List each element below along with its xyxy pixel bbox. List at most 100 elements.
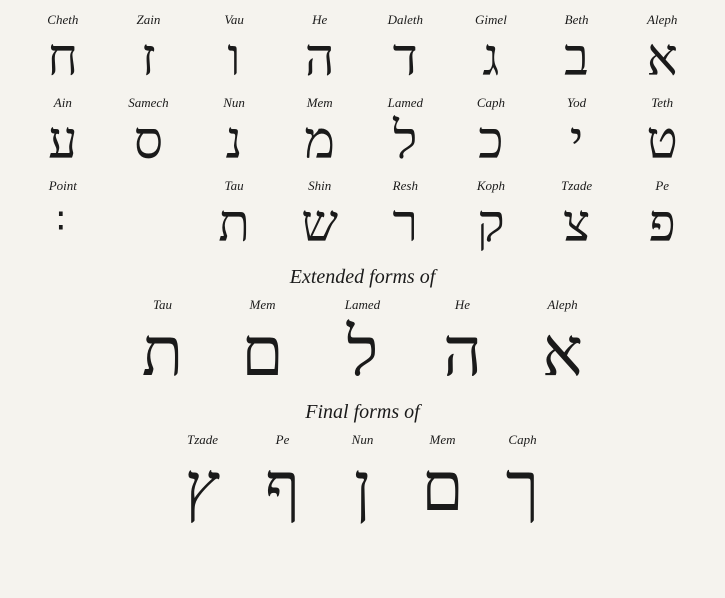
name-nun: Nun — [223, 95, 245, 111]
extended-title: Extended forms of — [20, 266, 705, 289]
glyph-samech: ס — [134, 113, 164, 170]
ext-name-lamed: Lamed — [345, 297, 380, 313]
final-title: Final forms of — [20, 401, 705, 424]
fin-letter-nun: Nun ן — [323, 430, 403, 527]
glyph-ain: ע — [48, 113, 77, 170]
glyph-cheth: ח — [47, 30, 78, 87]
glyph-pe: פ — [649, 196, 676, 253]
glyph-gimel: ג — [482, 30, 499, 87]
glyph-shin: ש — [301, 196, 338, 253]
glyph-zain: ז — [141, 30, 156, 87]
name-tau: Tau — [225, 178, 244, 194]
ext-name-mem: Mem — [250, 297, 276, 313]
glyph-daleth: ד — [393, 30, 418, 87]
glyph-point: ∶ — [56, 196, 69, 246]
letter-shin: Shin ש — [277, 176, 363, 255]
fin-name-tzade: Tzade — [187, 432, 218, 448]
glyph-teth: ט — [646, 113, 677, 170]
row2: Ain ע Samech ס Nun נ Mem מ Lamed ל Caph … — [20, 93, 705, 172]
letter-vau: Vau ו — [191, 10, 277, 89]
name-point: Point — [49, 178, 77, 194]
name-cheth: Cheth — [47, 12, 78, 28]
glyph-yod: י — [570, 113, 584, 170]
ext-name-tau: Tau — [153, 297, 172, 313]
name-yod: Yod — [567, 95, 586, 111]
fin-name-caph: Caph — [508, 432, 536, 448]
name-vau: Vau — [224, 12, 244, 28]
fin-glyph-mem: ם — [421, 450, 463, 525]
ext-glyph-he: ה — [443, 315, 482, 390]
letter-point: Point ∶ — [20, 176, 106, 255]
fin-glyph-nun: ן — [354, 450, 371, 525]
glyph-caph: כ — [478, 113, 503, 170]
ext-glyph-mem: ם — [241, 315, 283, 390]
glyph-beth: ב — [564, 30, 589, 87]
letter-tau: Tau ת — [191, 176, 277, 255]
name-gimel: Gimel — [475, 12, 507, 28]
letter-daleth: Daleth ד — [363, 10, 449, 89]
name-resh: Resh — [393, 178, 418, 194]
letter-nun: Nun נ — [191, 93, 277, 172]
glyph-aleph: א — [647, 30, 678, 87]
ext-name-aleph: Aleph — [547, 297, 577, 313]
row1-names: Cheth ח Zain ז Vau ו He ה Daleth ד Gimel… — [20, 10, 705, 89]
glyph-koph: ק — [477, 196, 505, 253]
letter-pe: Pe פ — [619, 176, 705, 255]
fin-letter-pe: Pe ף — [243, 430, 323, 527]
fin-letter-caph: Caph ך — [483, 430, 563, 527]
name-samech: Samech — [128, 95, 168, 111]
glyph-nun: נ — [226, 113, 243, 170]
fin-name-mem: Mem — [430, 432, 456, 448]
letter-gimel: Gimel ג — [448, 10, 534, 89]
letter-cheth: Cheth ח — [20, 10, 106, 89]
name-beth: Beth — [565, 12, 589, 28]
name-aleph: Aleph — [647, 12, 677, 28]
letter-lamed: Lamed ל — [363, 93, 449, 172]
fin-glyph-pe: ף — [265, 450, 300, 525]
letter-ain: Ain ע — [20, 93, 106, 172]
glyph-vau: ו — [227, 30, 240, 87]
glyph-he: ה — [305, 30, 335, 87]
letter-caph: Caph כ — [448, 93, 534, 172]
ext-name-he: He — [455, 297, 470, 313]
letter-teth: Teth ט — [619, 93, 705, 172]
ext-letter-aleph: Aleph א — [513, 295, 613, 392]
letter-resh: Resh ר — [363, 176, 449, 255]
glyph-tzade: צ — [563, 196, 590, 253]
glyph-resh: ר — [393, 196, 419, 253]
ext-letter-mem: Mem ם — [213, 295, 313, 392]
name-tzade: Tzade — [561, 178, 592, 194]
name-lamed: Lamed — [388, 95, 423, 111]
fin-letter-tzade: Tzade ץ — [163, 430, 243, 527]
name-koph: Koph — [477, 178, 505, 194]
row3: Point ∶ Tau ת Shin ש Resh ר Koph ק Tzade… — [20, 176, 705, 255]
letter-samech: Samech ס — [106, 93, 192, 172]
ext-glyph-aleph: א — [542, 315, 583, 390]
ext-glyph-tau: ת — [142, 315, 183, 390]
name-he: He — [312, 12, 327, 28]
name-daleth: Daleth — [388, 12, 423, 28]
letter-tzade: Tzade צ — [534, 176, 620, 255]
name-pe: Pe — [655, 178, 669, 194]
fin-name-nun: Nun — [352, 432, 374, 448]
final-grid: Tzade ץ Pe ף Nun ן Mem ם Caph ך — [163, 430, 563, 527]
fin-letter-mem: Mem ם — [403, 430, 483, 527]
name-shin: Shin — [308, 178, 331, 194]
letter-beth: Beth ב — [534, 10, 620, 89]
ext-glyph-lamed: ל — [347, 315, 379, 390]
fin-glyph-tzade: ץ — [185, 450, 220, 525]
extended-grid: Tau ת Mem ם Lamed ל He ה Aleph א — [113, 295, 613, 392]
letter-he: He ה — [277, 10, 363, 89]
name-zain: Zain — [137, 12, 161, 28]
name-mem: Mem — [307, 95, 333, 111]
fin-glyph-caph: ך — [506, 450, 539, 525]
letter-zain: Zain ז — [106, 10, 192, 89]
ext-letter-lamed: Lamed ל — [313, 295, 413, 392]
glyph-tau: ת — [218, 196, 250, 253]
ext-letter-he: He ה — [413, 295, 513, 392]
name-caph: Caph — [477, 95, 505, 111]
letter-yod: Yod י — [534, 93, 620, 172]
letter-koph: Koph ק — [448, 176, 534, 255]
letter-mem: Mem מ — [277, 93, 363, 172]
name-ain: Ain — [54, 95, 72, 111]
